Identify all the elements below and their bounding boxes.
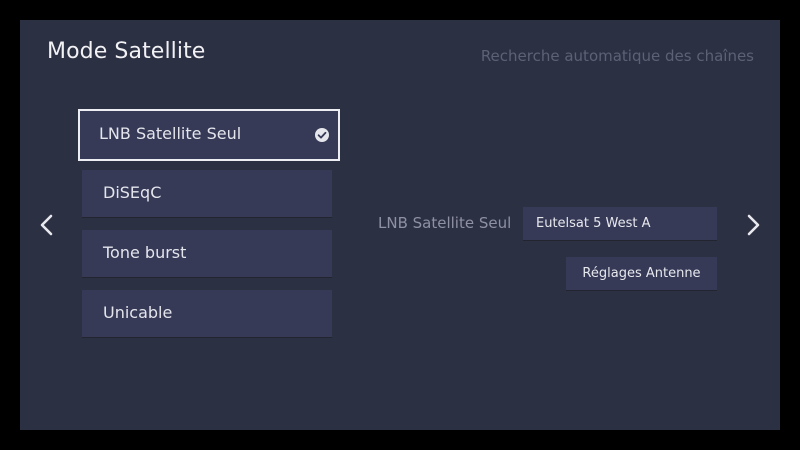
mode-option-unicable[interactable]: Unicable [82, 290, 332, 338]
mode-option-diseqc[interactable]: DiSEqC [82, 170, 332, 218]
satellite-mode-screen: Mode Satellite Recherche automatique des… [20, 20, 780, 430]
mode-option-tone-burst[interactable]: Tone burst [82, 230, 332, 278]
mode-option-label: Tone burst [103, 243, 187, 262]
next-step-subtitle: Recherche automatique des chaînes [480, 47, 754, 65]
check-circle-icon [315, 128, 329, 142]
next-page-button[interactable] [742, 212, 764, 238]
mode-option-lnb-satellite-seul[interactable]: LNB Satellite Seul [78, 109, 340, 161]
antenna-settings-label: Réglages Antenne [582, 266, 701, 281]
antenna-settings-button[interactable]: Réglages Antenne [566, 257, 717, 291]
previous-page-button[interactable] [36, 212, 58, 238]
mode-option-label: Unicable [103, 303, 173, 322]
page-title: Mode Satellite [47, 39, 206, 64]
chevron-left-icon [40, 214, 53, 236]
mode-option-label: DiSEqC [103, 183, 162, 202]
satellite-selector[interactable]: Eutelsat 5 West A [523, 207, 717, 241]
satellite-selector-value: Eutelsat 5 West A [536, 216, 651, 231]
chevron-right-icon [747, 214, 760, 236]
mode-option-label: LNB Satellite Seul [99, 124, 242, 143]
selected-mode-label: LNB Satellite Seul [378, 214, 512, 232]
